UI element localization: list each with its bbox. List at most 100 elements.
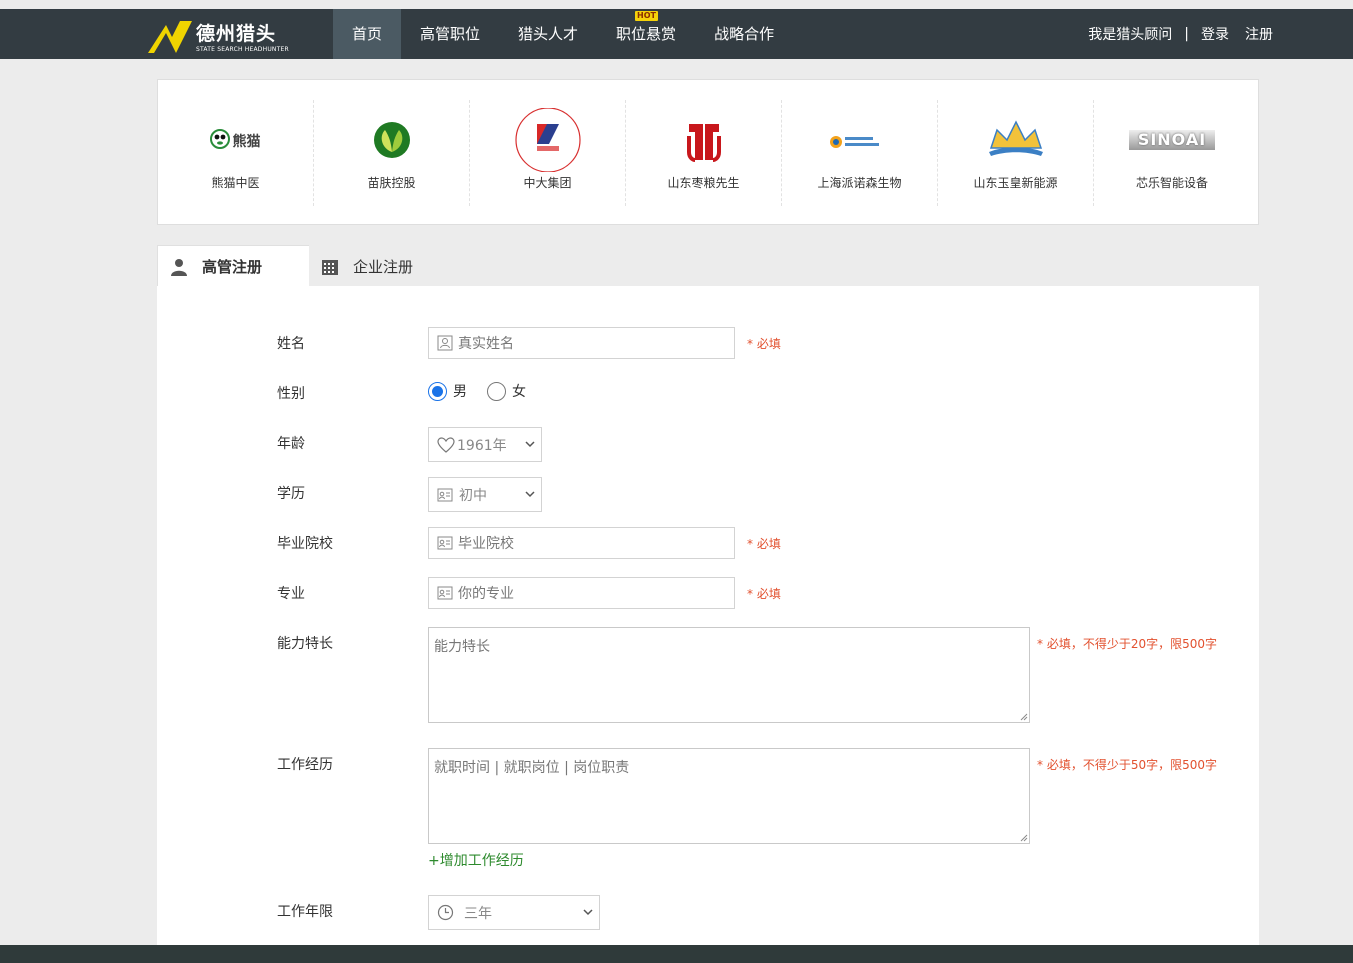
consultant-link[interactable]: 我是猎头顾问 bbox=[1088, 24, 1172, 44]
tab-company-register-label: 企业注册 bbox=[353, 257, 414, 276]
major-label: 专业 bbox=[277, 586, 305, 602]
name-label: 姓名 bbox=[277, 336, 305, 352]
nav-partnership[interactable]: 战略合作 bbox=[695, 9, 793, 59]
nav-bounty-label: 职位悬赏 bbox=[616, 25, 677, 43]
years-value: 三年 bbox=[464, 905, 492, 922]
heart-icon bbox=[437, 436, 455, 453]
main-nav: 首页 高管职位 猎头人才 职位悬赏 HOT 战略合作 bbox=[333, 9, 793, 59]
skills-label: 能力特长 bbox=[277, 636, 333, 652]
partner-xinle[interactable]: SINOAI 芯乐智能设备 bbox=[1094, 100, 1250, 206]
account-links: 我是猎头顾问 | 登录 注册 bbox=[1088, 9, 1273, 59]
age-value: 1961年 bbox=[457, 437, 507, 454]
personalbio-icon bbox=[829, 136, 879, 148]
partner-zaoliang[interactable]: 山东枣粮先生 bbox=[626, 100, 782, 206]
add-experience-link[interactable]: +增加工作经历 bbox=[428, 850, 524, 870]
partner-name: 山东玉皇新能源 bbox=[973, 176, 1058, 190]
chevron-down-icon bbox=[583, 909, 593, 916]
login-link[interactable]: 登录 bbox=[1201, 24, 1229, 44]
partner-name: 中大集团 bbox=[523, 176, 572, 190]
nav-talent[interactable]: 猎头人才 bbox=[499, 9, 597, 59]
name-input[interactable]: 真实姓名 bbox=[428, 327, 735, 359]
logo-title: 德州猎头 bbox=[196, 23, 277, 45]
nav-bounty[interactable]: 职位悬赏 HOT bbox=[597, 9, 695, 59]
partner-yuhuang[interactable]: 山东玉皇新能源 bbox=[938, 100, 1094, 206]
skills-textarea[interactable]: 能力特长 bbox=[428, 627, 1030, 723]
years-label: 工作年限 bbox=[277, 904, 333, 920]
nav-exec-jobs-label: 高管职位 bbox=[420, 25, 481, 43]
experience-hint: * 必填，不得少于50字，限500字 bbox=[1037, 758, 1217, 772]
gender-male-radio[interactable] bbox=[428, 381, 447, 401]
id-card-icon bbox=[437, 536, 453, 550]
register-link[interactable]: 注册 bbox=[1245, 24, 1273, 44]
gender-female-label: 女 bbox=[512, 384, 526, 400]
partner-miaofu[interactable]: 苗肤控股 bbox=[314, 100, 470, 206]
register-tabs: 高管注册 企业注册 bbox=[157, 245, 461, 287]
gender-label: 性别 bbox=[277, 386, 305, 402]
zhongda-logo bbox=[513, 107, 583, 173]
zaoliang-logo bbox=[669, 108, 739, 172]
hot-badge: HOT bbox=[635, 11, 658, 21]
panda-logo: 熊猫 bbox=[201, 108, 271, 172]
nav-talent-label: 猎头人才 bbox=[518, 25, 579, 43]
tab-exec-register-label: 高管注册 bbox=[202, 258, 263, 276]
site-logo[interactable]: 德州猎头 STATE SEARCH HEADHUNTER bbox=[146, 15, 289, 55]
id-card-icon bbox=[437, 488, 453, 501]
logo-subtitle: STATE SEARCH HEADHUNTER bbox=[196, 46, 289, 53]
tab-exec-register[interactable]: 高管注册 bbox=[157, 245, 309, 287]
years-select[interactable]: 三年 bbox=[428, 895, 600, 930]
miaofu-logo bbox=[357, 108, 427, 172]
skills-placeholder: 能力特长 bbox=[434, 639, 490, 655]
resize-grip-icon[interactable] bbox=[1019, 833, 1028, 842]
separator: | bbox=[1184, 26, 1189, 42]
id-card-icon bbox=[437, 586, 453, 600]
education-select[interactable]: 初中 bbox=[428, 477, 542, 512]
partner-name: 上海派诺森生物 bbox=[817, 176, 902, 190]
sinoai-logo-text: SINOAI bbox=[1129, 130, 1215, 150]
experience-label: 工作经历 bbox=[277, 757, 333, 773]
gender-male-label: 男 bbox=[453, 384, 467, 400]
zaoliang-icon bbox=[686, 124, 721, 162]
chevron-down-icon bbox=[525, 491, 535, 498]
tab-company-register[interactable]: 企业注册 bbox=[309, 245, 461, 287]
school-placeholder: 毕业院校 bbox=[458, 536, 514, 552]
partner-personalbio[interactable]: 上海派诺森生物 bbox=[782, 100, 938, 206]
required-mark: * 必填 bbox=[747, 537, 781, 551]
leaf-icon bbox=[373, 122, 410, 158]
school-input[interactable]: 毕业院校 bbox=[428, 527, 735, 559]
partner-name: 熊猫中医 bbox=[211, 176, 260, 190]
top-navbar: 德州猎头 STATE SEARCH HEADHUNTER 首页 高管职位 猎头人… bbox=[0, 9, 1353, 59]
partner-logos: 熊猫 熊猫中医 苗肤控股 中大集团 山东枣粮先生 上海派诺森生物 山东玉皇新能源… bbox=[157, 79, 1259, 225]
age-select[interactable]: 1961年 bbox=[428, 427, 542, 462]
user-icon bbox=[171, 258, 187, 276]
required-mark: * 必填 bbox=[747, 587, 781, 601]
partner-name: 苗肤控股 bbox=[367, 176, 416, 190]
nav-exec-jobs[interactable]: 高管职位 bbox=[401, 9, 499, 59]
partner-panda[interactable]: 熊猫 熊猫中医 bbox=[158, 100, 314, 206]
major-input[interactable]: 你的专业 bbox=[428, 577, 735, 609]
experience-textarea[interactable]: 就职时间 | 就职岗位 | 岗位职责 bbox=[428, 748, 1030, 844]
resize-grip-icon[interactable] bbox=[1019, 712, 1028, 721]
clock-icon bbox=[437, 904, 454, 921]
nav-home-label: 首页 bbox=[352, 25, 383, 43]
xinle-logo: SINOAI bbox=[1129, 108, 1215, 172]
nav-home[interactable]: 首页 bbox=[333, 9, 402, 59]
gender-female-radio[interactable] bbox=[487, 381, 506, 401]
partner-name: 芯乐智能设备 bbox=[1135, 176, 1208, 190]
building-icon bbox=[322, 260, 338, 275]
nav-partnership-label: 战略合作 bbox=[714, 25, 775, 43]
panda-logo-text: 熊猫 bbox=[232, 134, 261, 150]
partner-zhongda[interactable]: 中大集团 bbox=[470, 100, 626, 206]
gender-options: 男 女 bbox=[428, 381, 526, 401]
name-placeholder: 真实姓名 bbox=[458, 336, 514, 352]
major-placeholder: 你的专业 bbox=[458, 586, 514, 602]
personalbio-logo bbox=[825, 108, 895, 172]
chevron-down-icon bbox=[525, 441, 535, 448]
footer-bar bbox=[0, 945, 1353, 963]
experience-placeholder: 就职时间 | 就职岗位 | 岗位职责 bbox=[434, 760, 630, 776]
logo-mark-icon bbox=[148, 21, 192, 53]
required-mark: * 必填 bbox=[747, 337, 781, 351]
partner-name: 山东枣粮先生 bbox=[667, 176, 740, 190]
zhongda-icon bbox=[514, 107, 581, 173]
education-value: 初中 bbox=[459, 487, 487, 504]
crown-icon bbox=[988, 120, 1043, 156]
